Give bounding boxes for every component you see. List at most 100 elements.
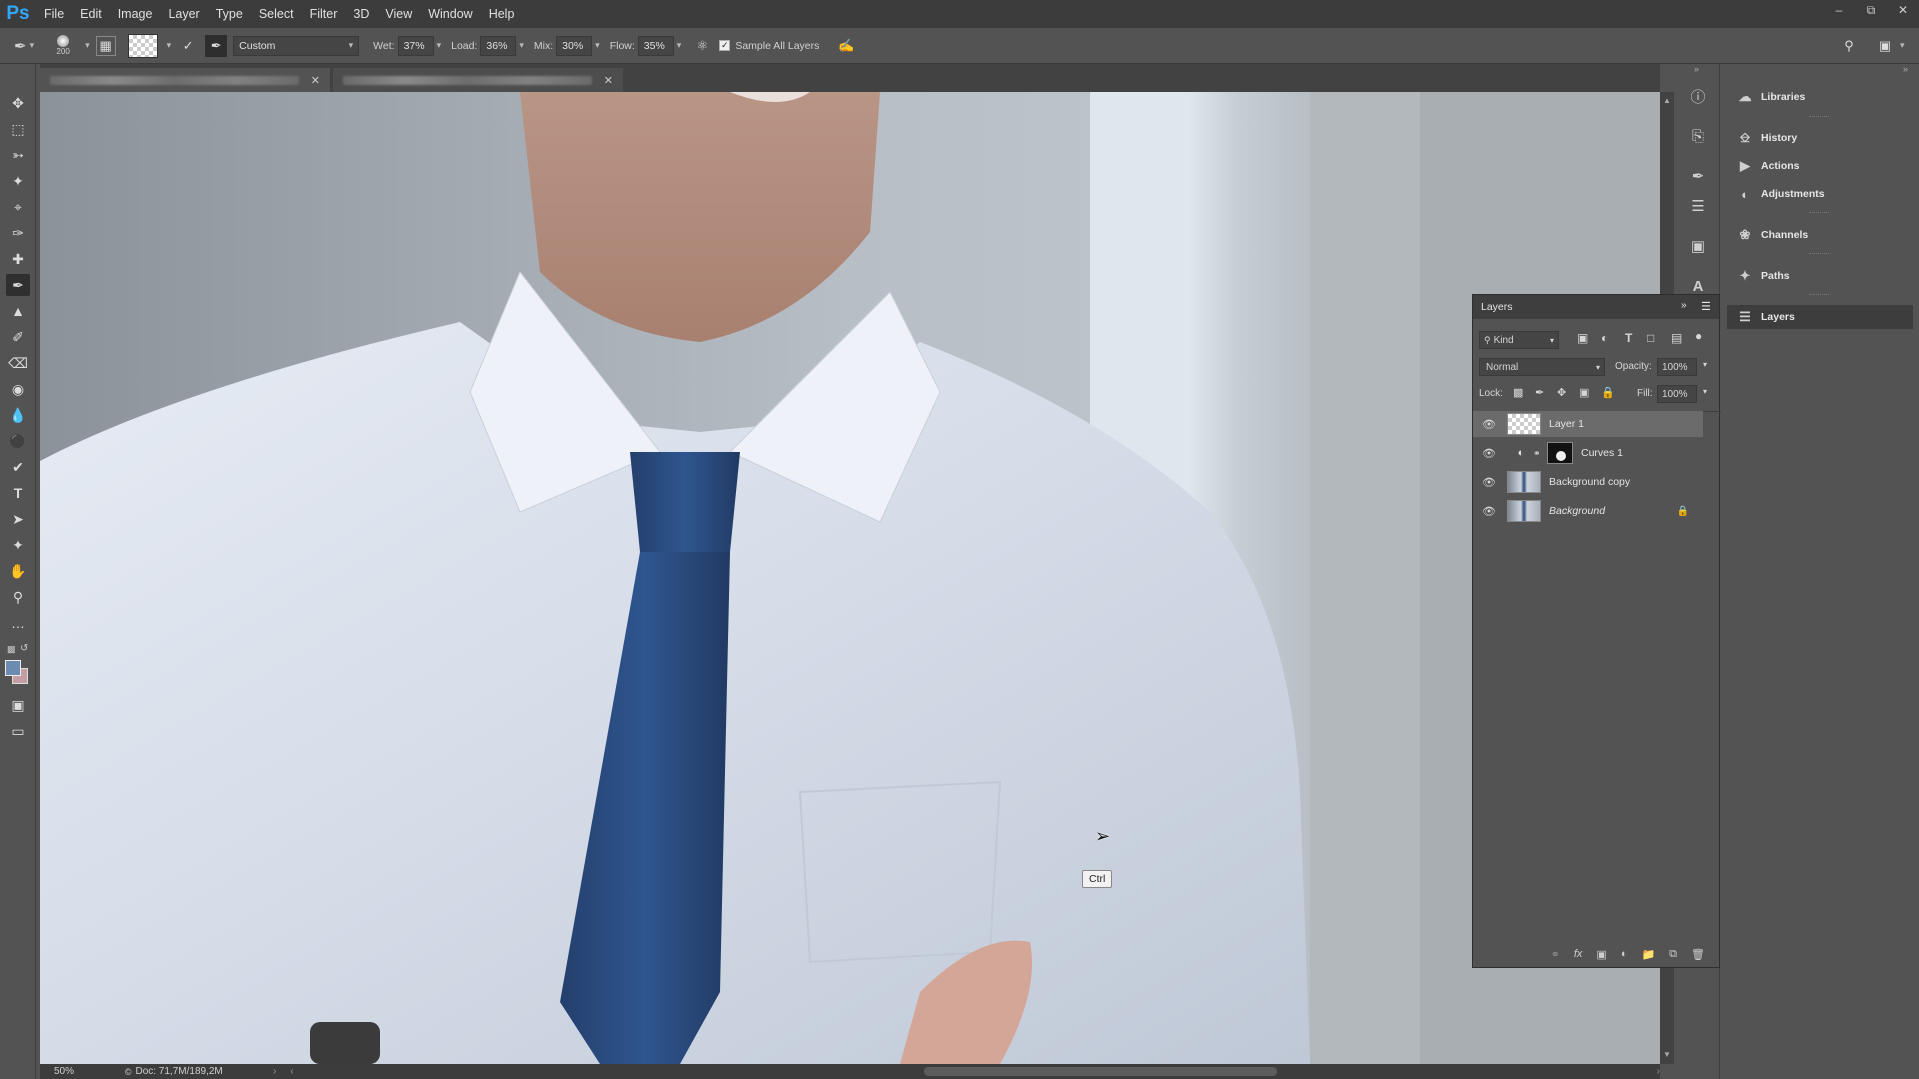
panel-paths[interactable]: ✦ Paths: [1727, 264, 1913, 288]
chevron-down-icon[interactable]: ▾: [85, 40, 90, 51]
close-icon[interactable]: ✕: [604, 74, 613, 87]
menu-3d[interactable]: 3D: [345, 0, 377, 28]
move-tool-icon[interactable]: ✥: [6, 92, 30, 114]
document-tab-active[interactable]: ✕: [40, 68, 330, 92]
chevron-down-icon[interactable]: ▾: [595, 40, 600, 51]
mixer-brush-tool-icon[interactable]: ✒: [6, 274, 30, 296]
load-brush-icon[interactable]: ✓: [177, 35, 199, 57]
swap-colors-icon[interactable]: ↺: [20, 643, 28, 654]
lock-position-icon[interactable]: ✥: [1557, 386, 1566, 399]
menu-filter[interactable]: Filter: [302, 0, 346, 28]
eraser-tool-icon[interactable]: ⌫: [6, 352, 30, 374]
panel-actions[interactable]: ▶ Actions: [1727, 154, 1913, 178]
blend-mode-select[interactable]: Normal ▾: [1479, 358, 1605, 376]
layers-panel-header[interactable]: Layers » ☰: [1473, 295, 1719, 319]
menu-help[interactable]: Help: [481, 0, 523, 28]
layer-name[interactable]: Background copy: [1549, 476, 1630, 488]
scroll-down-icon[interactable]: ▼: [1663, 1050, 1671, 1059]
paint-bucket-tool-icon[interactable]: ◉: [6, 378, 30, 400]
fx-icon[interactable]: fx: [1574, 948, 1583, 960]
sample-all-layers-checkbox[interactable]: ✓ Sample All Layers: [719, 40, 819, 52]
menu-view[interactable]: View: [377, 0, 420, 28]
panel-grip[interactable]: [1809, 212, 1829, 214]
menu-select[interactable]: Select: [251, 0, 302, 28]
add-mask-icon[interactable]: ▣: [1596, 948, 1606, 961]
mixer-brush-tool-preset-icon[interactable]: ✒ ▾: [14, 37, 34, 55]
document-canvas[interactable]: [40, 92, 1660, 1064]
zoom-level[interactable]: 50%: [54, 1066, 113, 1077]
hand-tool-icon[interactable]: ✋: [6, 560, 30, 582]
scroll-right-icon[interactable]: ›: [1657, 1066, 1660, 1077]
more-tools-icon[interactable]: …: [6, 612, 30, 634]
clean-brush-icon[interactable]: ✒: [205, 34, 228, 57]
brush-panel-icon[interactable]: ▦: [95, 35, 116, 56]
search-icon[interactable]: ⚲: [1838, 35, 1860, 57]
new-layer-icon[interactable]: ⧉: [1669, 948, 1677, 961]
fill-input[interactable]: 100%: [1657, 385, 1697, 403]
collapse-icon[interactable]: »: [1903, 64, 1908, 74]
collapse-icon[interactable]: »: [1681, 300, 1687, 311]
panel-menu-icon[interactable]: ☰: [1701, 300, 1711, 313]
history-brush-tool-icon[interactable]: ✐: [6, 326, 30, 348]
eye-icon[interactable]: 👁: [1479, 418, 1499, 431]
crop-tool-icon[interactable]: ⌖: [6, 196, 30, 218]
panel-history[interactable]: ⎒ History: [1727, 126, 1913, 150]
filter-smart-object-icon[interactable]: ▤: [1671, 331, 1682, 345]
brush-presets-icon[interactable]: ☰: [1686, 194, 1710, 218]
brush-settings-icon[interactable]: ✒: [1686, 164, 1710, 188]
load-input[interactable]: 36%: [480, 35, 517, 56]
filter-adjustment-icon[interactable]: ◐: [1601, 331, 1608, 345]
clone-source-icon[interactable]: ⎘: [1686, 124, 1710, 148]
collapse-icon[interactable]: »: [1694, 64, 1699, 74]
blur-tool-icon[interactable]: 💧: [6, 404, 30, 426]
clone-stamp-tool-icon[interactable]: ▲: [6, 300, 30, 322]
filter-shape-icon[interactable]: □: [1647, 331, 1654, 345]
airbrush-icon[interactable]: ⚛: [691, 35, 713, 57]
layer-row[interactable]: 👁 Background 🔒: [1473, 498, 1703, 524]
new-adjustment-icon[interactable]: ◐: [1621, 948, 1628, 960]
tool-presets-icon[interactable]: ▣: [1686, 234, 1710, 258]
horizontal-scrollbar-thumb[interactable]: [923, 1067, 1277, 1076]
panel-channels[interactable]: ❀ Channels: [1727, 223, 1913, 247]
close-icon[interactable]: ✕: [311, 74, 320, 87]
minimize-icon[interactable]: –: [1823, 0, 1855, 20]
info-icon[interactable]: ⓘ: [1686, 84, 1710, 108]
marquee-tool-icon[interactable]: ⬚: [6, 118, 30, 140]
layer-name[interactable]: Curves 1: [1581, 447, 1623, 459]
chevron-down-icon[interactable]: ▾: [1900, 40, 1905, 51]
menu-layer[interactable]: Layer: [160, 0, 207, 28]
eye-icon[interactable]: 👁: [1479, 476, 1499, 489]
zoom-tool-icon[interactable]: ⚲: [6, 586, 30, 608]
mix-input[interactable]: 30%: [556, 35, 593, 56]
menu-type[interactable]: Type: [208, 0, 251, 28]
chevron-right-icon[interactable]: ›: [273, 1066, 276, 1077]
scroll-up-icon[interactable]: ▲: [1663, 96, 1671, 105]
screen-mode-icon[interactable]: ▭: [6, 720, 30, 742]
layer-name[interactable]: Layer 1: [1549, 418, 1584, 430]
panel-layers[interactable]: ☰ Layers: [1727, 305, 1913, 329]
pressure-icon[interactable]: ✍: [835, 35, 857, 57]
panel-grip[interactable]: [1809, 253, 1829, 255]
filter-pixel-icon[interactable]: ▣: [1577, 331, 1588, 345]
lasso-tool-icon[interactable]: ➳: [6, 144, 30, 166]
layer-row[interactable]: 👁 Background copy: [1473, 469, 1703, 495]
chain-link-icon[interactable]: ⚭: [1533, 448, 1543, 459]
new-group-icon[interactable]: 📁: [1641, 948, 1655, 961]
panel-adjustments[interactable]: ◐ Adjustments: [1727, 182, 1913, 206]
menu-file[interactable]: File: [36, 0, 72, 28]
blend-preset-select[interactable]: Custom ▾: [233, 35, 360, 56]
dodge-tool-icon[interactable]: ⚫: [6, 430, 30, 452]
brush-picker[interactable]: 200: [50, 35, 76, 56]
foreground-color-swatch[interactable]: [5, 660, 21, 676]
chevron-down-icon[interactable]: ▾: [1703, 360, 1707, 369]
eye-icon[interactable]: 👁: [1479, 505, 1499, 518]
type-tool-icon[interactable]: T: [6, 482, 30, 504]
menu-window[interactable]: Window: [420, 0, 480, 28]
lock-pixels-icon[interactable]: ✒: [1535, 386, 1544, 399]
opacity-input[interactable]: 100%: [1657, 358, 1697, 376]
eyedropper-tool-icon[interactable]: ✑: [6, 222, 30, 244]
document-tab[interactable]: ✕: [333, 68, 623, 92]
wet-input[interactable]: 37%: [397, 35, 434, 56]
lock-artboard-icon[interactable]: ▣: [1579, 386, 1589, 399]
trash-icon[interactable]: 🗑: [1691, 948, 1705, 961]
